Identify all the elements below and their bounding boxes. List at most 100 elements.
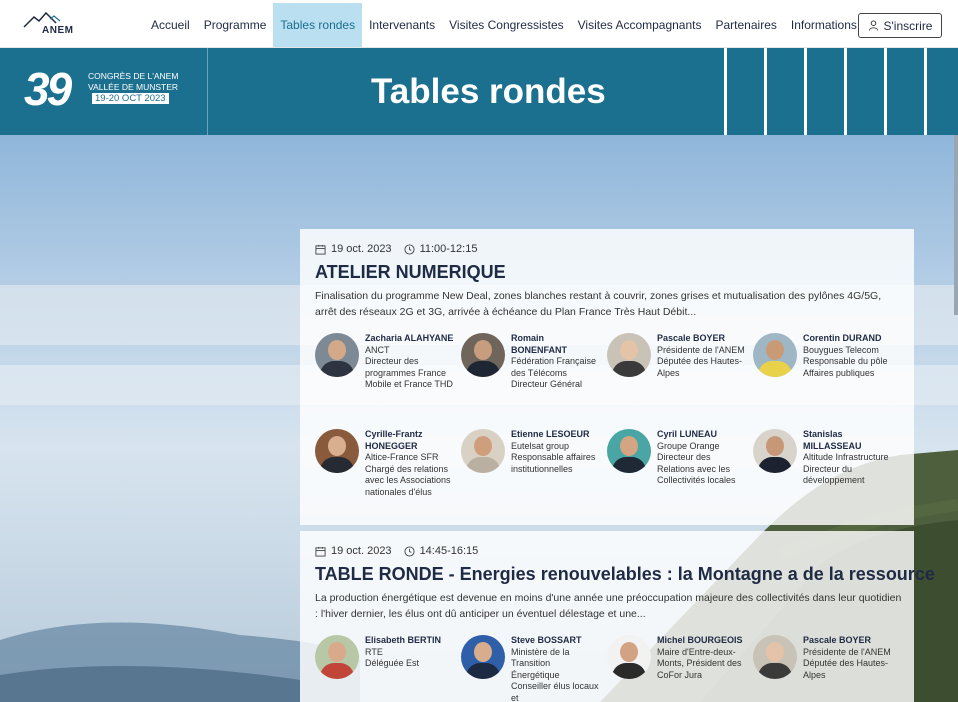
speaker-card[interactable]: Cyrille-Frantz HONEGGER Altice-France SFR… [315,429,461,513]
speaker-card[interactable]: Etienne LESOEUR Eutelsat group Responsable… [461,429,607,513]
event-description: Finalisation du programme New Deal, zone… [315,290,882,318]
clock-icon [404,243,415,255]
main-menu: Accueil Programme Tables rondes Interven… [144,3,917,47]
signup-button[interactable]: S'inscrire [858,13,942,38]
speaker-role: Directeur des Relations avec les Collect… [657,452,736,485]
speaker-photo [753,333,797,377]
speaker-organization: Altice-France SFR [365,452,439,462]
congress-name: CONGRÈS DE L'ANEM [88,71,179,81]
speaker-name: Cyril LUNEAU [657,429,718,439]
event-time: 14:45-16:15 [419,545,479,557]
speaker-role: Directeur Général [511,379,583,389]
banner-divider [207,48,208,135]
speaker-card[interactable]: Steve BOSSART Ministère de la Transition … [461,635,607,702]
event-date: 19 oct. 2023 [331,545,392,557]
banner-stripe [764,48,767,135]
speaker-photo [753,429,797,473]
speaker-name: Michel BOURGEOIS [657,635,743,645]
top-navigation: ANEM Accueil Programme Tables rondes Int… [0,0,958,48]
speaker-name: Pascale BOYER [657,333,726,343]
speaker-organization: Présidente de l'ANEM [657,344,745,355]
page-scrollbar[interactable] [954,135,958,315]
speaker-name: Cyrille-Frantz HONEGGER [365,429,423,451]
speaker-name: Romain BONENFANT [511,333,567,355]
speaker-role: Directeur du développement [803,463,865,486]
speaker-photo [315,333,359,377]
event-title[interactable]: TABLE RONDE - Energies renouvelables : l… [315,564,935,585]
event-description: La production énergétique est devenue en… [315,592,902,620]
banner-stripe [924,48,927,135]
speaker-organization: Ministère de la Transition Énergétique [511,646,570,680]
speaker-name: Elisabeth BERTIN [365,635,442,645]
speaker-photo [753,635,797,679]
speaker-photo [607,635,651,679]
nav-intervenants[interactable]: Intervenants [362,3,442,47]
event-card[interactable]: 19 oct. 2023 14:45-16:15 TABLE RONDE - E… [300,531,935,702]
nav-programme[interactable]: Programme [197,3,274,47]
speaker-card[interactable]: Pascale BOYER Présidente de l'ANEM Députée… [753,635,899,702]
nav-tables-rondes[interactable]: Tables rondes [273,3,363,47]
page-banner: 39 CONGRÈS DE L'ANEM VALLÉE DE MUNSTER 1… [0,48,958,135]
banner-stripe [804,48,807,135]
event-title[interactable]: ATELIER NUMERIQUE [315,262,506,283]
speaker-name: Pascale BOYER [803,635,872,645]
speaker-organization: RTE [365,646,383,657]
speaker-photo [315,429,359,473]
speaker-name: Stanislas MILLASSEAU [803,429,862,451]
speaker-role: Députée des Hautes-Alpes [657,356,743,378]
speaker-role: Députée des Hautes-Alpes [803,658,889,680]
logo-text: ANEM [42,25,74,36]
speaker-card[interactable]: Michel BOURGEOIS Maire d'Entre-deux-Monts… [607,635,753,702]
signup-label: S'inscrire [883,18,933,33]
speaker-role: Chargé des relations avec les Associatio… [365,463,451,497]
speaker-card[interactable]: Cyril LUNEAU Groupe Orange Directeur des R… [607,429,753,513]
speaker-organization: Présidente de l'ANEM [803,646,891,657]
speaker-card[interactable]: Romain BONENFANT Fédération Française des… [461,333,607,417]
nav-visites-accompagnants[interactable]: Visites Accompagnants [571,3,709,47]
congress-number: 39 [24,63,72,115]
speaker-role: Responsable affaires institutionnelles [511,452,596,474]
speaker-card[interactable]: Elisabeth BERTIN RTE Déléguée Est [315,635,461,702]
user-icon [868,20,878,31]
speaker-photo [461,429,505,473]
speaker-card[interactable]: Pascale BOYER Présidente de l'ANEM Députée… [607,333,753,417]
speaker-card[interactable]: Zacharia ALAHYANE ANCT Directeur des progr… [315,333,461,417]
speaker-organization: ANCT [365,344,390,355]
speaker-organization: Altitude Infrastructure [803,452,889,462]
speaker-role: Conseiller élus locaux et [511,681,599,702]
speaker-role: Responsable du pôle Affaires publiques [803,356,888,378]
event-card[interactable]: 19 oct. 2023 11:00-12:15 ATELIER NUMERIQ… [300,229,914,525]
banner-stripe [884,48,887,135]
speaker-name: Corentin DURAND [803,333,882,343]
event-meta: 19 oct. 2023 11:00-12:15 [315,243,477,255]
event-time: 11:00-12:15 [419,243,478,255]
calendar-icon [315,244,326,255]
speaker-photo [315,635,359,679]
speaker-role: Déléguée Est [365,658,420,668]
anem-logo[interactable]: ANEM [22,11,82,39]
speaker-name: Steve BOSSART [511,635,582,645]
nav-accueil[interactable]: Accueil [144,3,197,47]
congress-location: VALLÉE DE MUNSTER [88,82,179,92]
nav-partenaires[interactable]: Partenaires [709,3,784,47]
page-title: Tables rondes [371,72,606,111]
speaker-card[interactable]: Corentin DURAND Bouygues Telecom Responsab… [753,333,899,417]
speaker-card[interactable]: Stanislas MILLASSEAU Altitude Infrastruct… [753,429,899,513]
congress-dates: 19-20 OCT 2023 [92,93,169,104]
speaker-organization: Eutelsat group [511,440,570,451]
speaker-photo [461,333,505,377]
speaker-organization: Bouygues Telecom [803,344,879,355]
speaker-photo [607,333,651,377]
speaker-organization: Groupe Orange [657,440,720,451]
speaker-photo [607,429,651,473]
banner-stripe [844,48,847,135]
banner-stripe [724,48,727,135]
speaker-role: Maire d'Entre-deux-Monts, Président des … [657,646,742,680]
nav-visites-congressistes[interactable]: Visites Congressistes [442,3,571,47]
calendar-icon [315,546,326,557]
speaker-name: Zacharia ALAHYANE [365,333,454,343]
speaker-organization: Fédération Française des Télécoms [511,356,597,378]
speaker-role: Directeur des programmes France Mobile e… [365,356,453,389]
speaker-name: Etienne LESOEUR [511,429,590,439]
event-meta: 19 oct. 2023 14:45-16:15 [315,545,478,557]
